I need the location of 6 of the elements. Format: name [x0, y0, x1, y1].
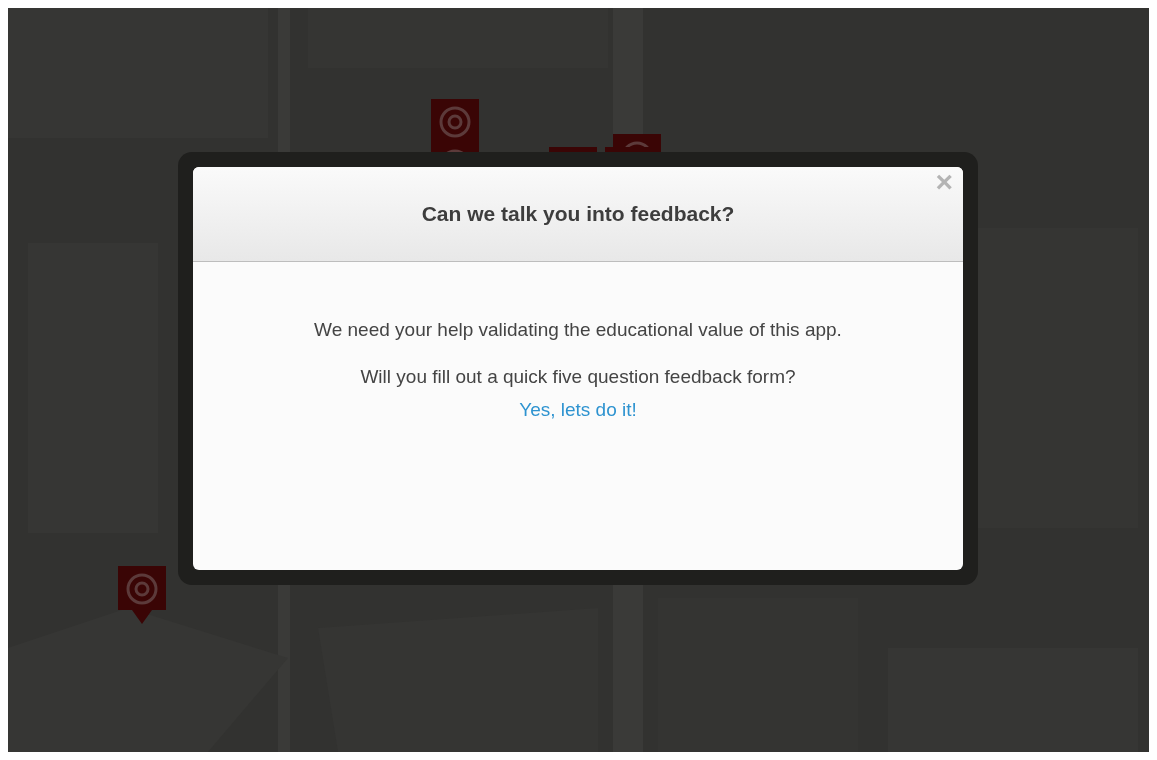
modal-title: Can we talk you into feedback?	[421, 201, 735, 227]
feedback-link[interactable]: Yes, lets do it!	[519, 396, 637, 425]
modal-message: We need your help validating the educational value of this app. Will you fill out a quick five question feedback form?	[313, 318, 843, 389]
target-pin-icon[interactable]	[118, 566, 166, 624]
close-button[interactable]: ×	[931, 167, 957, 197]
target-pin-icon[interactable]	[431, 99, 479, 145]
